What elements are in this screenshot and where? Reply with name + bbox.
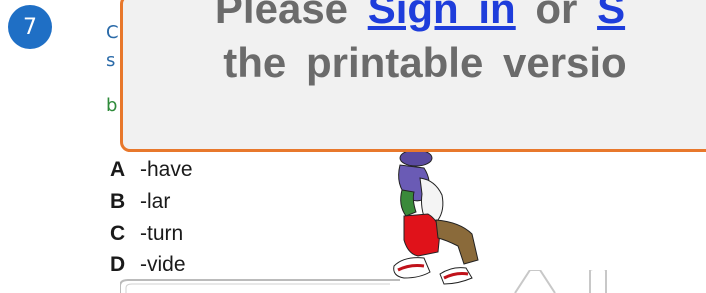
option-letter: B — [110, 190, 126, 213]
signin-overlay: Please Sign in or S the printable versio — [120, 0, 706, 152]
signup-link[interactable]: S — [597, 0, 625, 32]
overlay-text: or — [535, 0, 578, 32]
signin-link[interactable]: Sign in — [368, 0, 516, 32]
overlay-message-line1: Please Sign in or S — [123, 0, 706, 33]
answer-option-b[interactable]: B -lar — [110, 189, 170, 215]
option-text: -have — [140, 158, 193, 181]
answer-option-a[interactable]: A -have — [110, 157, 193, 183]
answer-option-c[interactable]: C -turn — [110, 221, 183, 247]
question-text-fragment: C — [106, 22, 119, 43]
option-text: -turn — [140, 222, 184, 245]
question-text-fragment: b — [106, 95, 118, 116]
option-letter: A — [110, 158, 126, 181]
overlay-message-line2: the printable versio — [223, 39, 627, 86]
option-letter: C — [110, 222, 126, 245]
bottom-decoration — [120, 270, 607, 293]
question-text-fragment: s — [106, 50, 116, 71]
question-number-badge: 7 — [8, 5, 52, 49]
option-text: -lar — [140, 190, 171, 213]
overlay-text: Please — [214, 0, 349, 32]
